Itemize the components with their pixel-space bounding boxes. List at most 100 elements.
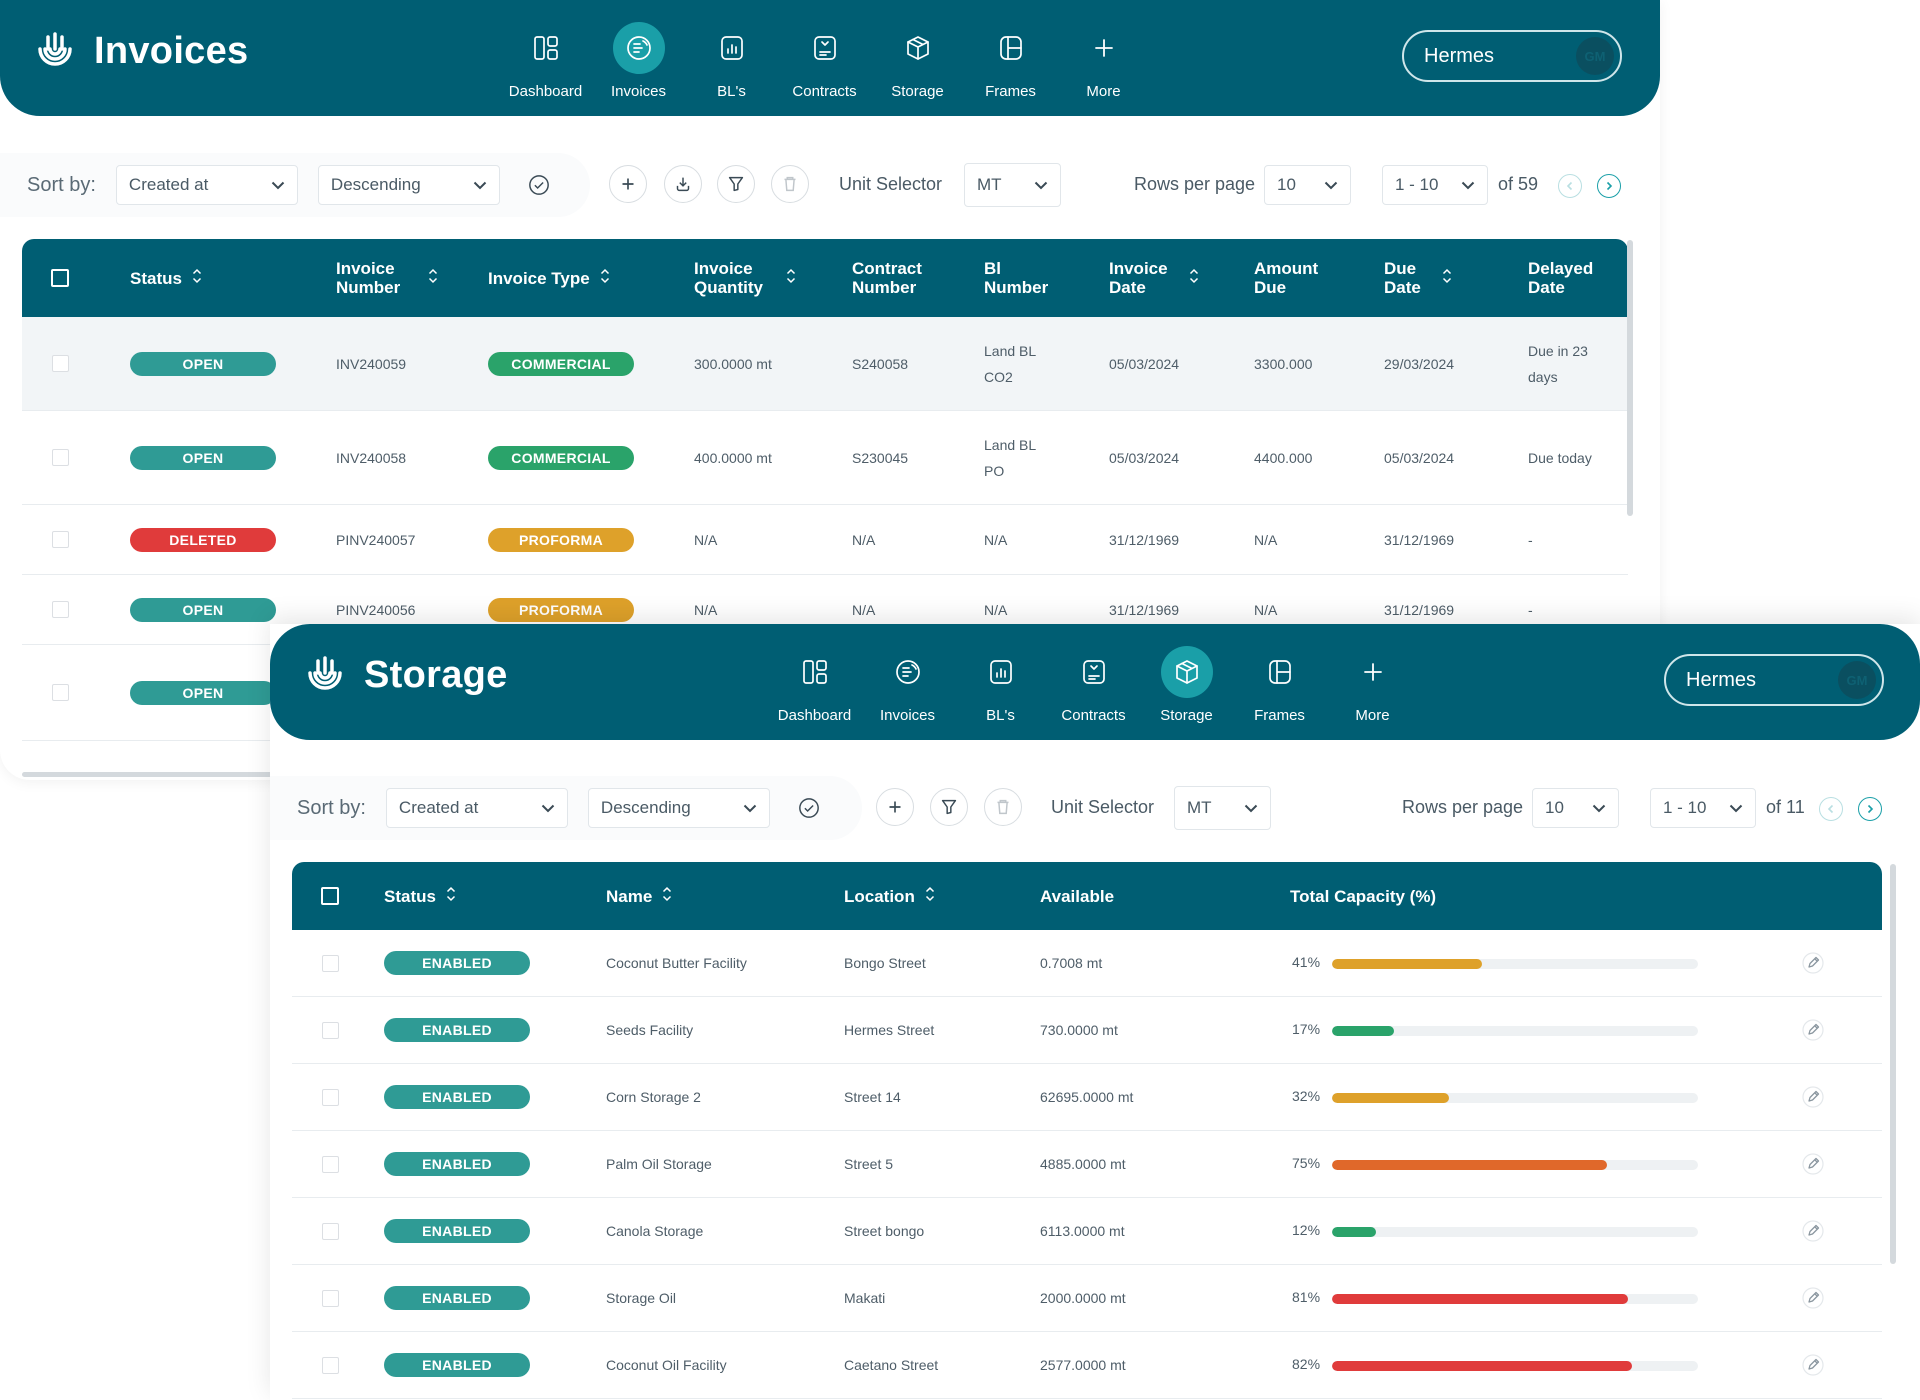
sort-arrows-icon[interactable] (192, 267, 202, 289)
sort-field-select[interactable]: Created at (385, 788, 568, 828)
sort-arrows-icon[interactable] (1442, 267, 1452, 289)
edit-button[interactable] (1802, 1064, 1824, 1130)
table-row[interactable]: ENABLED Corn Storage 2 Street 14 62695.0000… (292, 1064, 1882, 1131)
column-header[interactable]: Due Date (1384, 239, 1452, 317)
invoices-scrollbar[interactable] (1627, 240, 1633, 516)
nav-item-storage[interactable]: Storage (1140, 646, 1233, 724)
nav-item-frames[interactable]: Frames (964, 22, 1057, 100)
apply-sort-button[interactable] (790, 789, 828, 827)
page-range-select[interactable]: 1 - 10 (1650, 788, 1756, 828)
row-checkbox[interactable] (322, 1155, 339, 1173)
nav-item-bls[interactable]: BL's (954, 646, 1047, 724)
nav-item-contracts[interactable]: Contracts (778, 22, 871, 100)
column-header[interactable]: Status (130, 239, 202, 317)
nav-item-contracts[interactable]: Contracts (1047, 646, 1140, 724)
invoice-type-badge-cell: PROFORMA (488, 505, 634, 574)
row-checkbox[interactable] (322, 954, 339, 972)
table-row[interactable]: ENABLED Coconut Butter Facility Bongo Stre… (292, 930, 1882, 997)
next-page-button[interactable] (1597, 174, 1621, 198)
apply-sort-button[interactable] (520, 166, 558, 204)
unit-select[interactable]: MT (964, 163, 1061, 207)
sort-arrows-icon[interactable] (428, 267, 438, 289)
row-checkbox[interactable] (322, 1021, 339, 1039)
column-header-label: Delayed Date (1528, 259, 1594, 297)
table-row[interactable]: ENABLED Palm Oil Storage Street 5 4885.0000… (292, 1131, 1882, 1198)
table-row[interactable]: DELETED PINV240057 PROFORMA N/A N/A N/A 31/12/… (22, 505, 1628, 575)
nav-item-more[interactable]: More (1326, 646, 1419, 724)
table-row[interactable]: ENABLED Coconut Oil Facility Caetano Stree… (292, 1332, 1882, 1399)
contract-number-text: S240058 (852, 355, 909, 372)
sort-arrows-icon[interactable] (600, 267, 610, 289)
prev-page-button[interactable] (1819, 797, 1843, 821)
download-button[interactable] (664, 165, 702, 203)
column-header[interactable]: Invoice Date (1109, 239, 1199, 317)
nav-item-dashboard[interactable]: Dashboard (768, 646, 861, 724)
edit-button[interactable] (1802, 997, 1824, 1063)
plus-icon (1078, 22, 1130, 74)
nav-item-invoices[interactable]: Invoices (861, 646, 954, 724)
filter-button[interactable] (930, 788, 968, 826)
row-checkbox[interactable] (322, 1088, 339, 1106)
column-header[interactable]: Location (844, 862, 935, 930)
user-menu[interactable]: Hermes GM (1664, 654, 1884, 706)
row-checkbox[interactable] (52, 355, 69, 372)
column-header[interactable]: Status (384, 862, 456, 930)
add-button[interactable] (876, 788, 914, 826)
row-checkbox[interactable] (52, 531, 69, 548)
table-row[interactable]: OPEN INV240058 COMMERCIAL 400.0000 mt S23004… (22, 411, 1628, 505)
add-button[interactable] (609, 165, 647, 203)
table-row[interactable]: ENABLED Canola Storage Street bongo 6113.00… (292, 1198, 1882, 1265)
rows-per-page-select[interactable]: 10 (1264, 165, 1351, 205)
unit-select[interactable]: MT (1174, 786, 1271, 830)
sort-arrows-icon[interactable] (925, 885, 935, 907)
table-row[interactable]: ENABLED Storage Oil Makati 2000.0000 mt 81% (292, 1265, 1882, 1332)
select-all-checkbox[interactable] (51, 269, 69, 287)
edit-button[interactable] (1802, 1198, 1824, 1264)
table-row[interactable]: ENABLED Seeds Facility Hermes Street 730.00… (292, 997, 1882, 1064)
sort-arrows-icon[interactable] (662, 885, 672, 907)
row-checkbox[interactable] (322, 1222, 339, 1240)
invoices-h-scrollbar[interactable] (22, 772, 272, 777)
storage-scrollbar[interactable] (1890, 864, 1896, 1264)
nav-item-bls[interactable]: BL's (685, 22, 778, 100)
edit-button[interactable] (1802, 1131, 1824, 1197)
select-all-checkbox[interactable] (321, 887, 339, 905)
column-header-label: Status (130, 268, 182, 288)
sort-arrows-icon[interactable] (1189, 267, 1199, 289)
sort-arrows-icon[interactable] (786, 267, 796, 289)
row-checkbox[interactable] (52, 601, 69, 618)
delete-button[interactable] (984, 788, 1022, 826)
rows-per-page-select[interactable]: 10 (1532, 788, 1619, 828)
sort-arrows-icon[interactable] (446, 885, 456, 907)
nav-item-dashboard[interactable]: Dashboard (499, 22, 592, 100)
edit-button[interactable] (1802, 1332, 1824, 1398)
edit-button[interactable] (1802, 930, 1824, 996)
sort-order-select[interactable]: Descending (587, 788, 770, 828)
storage-location-text: Hermes Street (844, 1022, 935, 1038)
edit-button[interactable] (1802, 1265, 1824, 1331)
row-checkbox[interactable] (52, 684, 69, 701)
row-checkbox[interactable] (52, 449, 69, 466)
column-header[interactable]: Invoice Quantity (694, 239, 796, 317)
sort-order-select[interactable]: Descending (317, 165, 500, 205)
column-header: Bl Number (984, 239, 1048, 317)
user-menu[interactable]: Hermes GM (1402, 30, 1622, 82)
column-header[interactable]: Invoice Number (336, 239, 438, 317)
column-header[interactable]: Name (606, 862, 672, 930)
nav-item-storage[interactable]: Storage (871, 22, 964, 100)
nav-item-frames[interactable]: Frames (1233, 646, 1326, 724)
nav-item-more[interactable]: More (1057, 22, 1150, 100)
row-checkbox[interactable] (322, 1356, 339, 1374)
column-header[interactable]: Invoice Type (488, 239, 610, 317)
delete-button[interactable] (771, 165, 809, 203)
prev-page-button[interactable] (1558, 174, 1582, 198)
page-range-select[interactable]: 1 - 10 (1382, 165, 1488, 205)
nav-item-invoices[interactable]: Invoices (592, 22, 685, 100)
table-row[interactable]: OPEN INV240059 COMMERCIAL 300.0000 mt S24005… (22, 317, 1628, 411)
row-checkbox[interactable] (322, 1289, 339, 1307)
sort-field-select[interactable]: Created at (115, 165, 298, 205)
amount-due-text: N/A (1254, 531, 1278, 548)
bl-icon (706, 22, 758, 74)
next-page-button[interactable] (1858, 797, 1882, 821)
filter-button[interactable] (717, 165, 755, 203)
